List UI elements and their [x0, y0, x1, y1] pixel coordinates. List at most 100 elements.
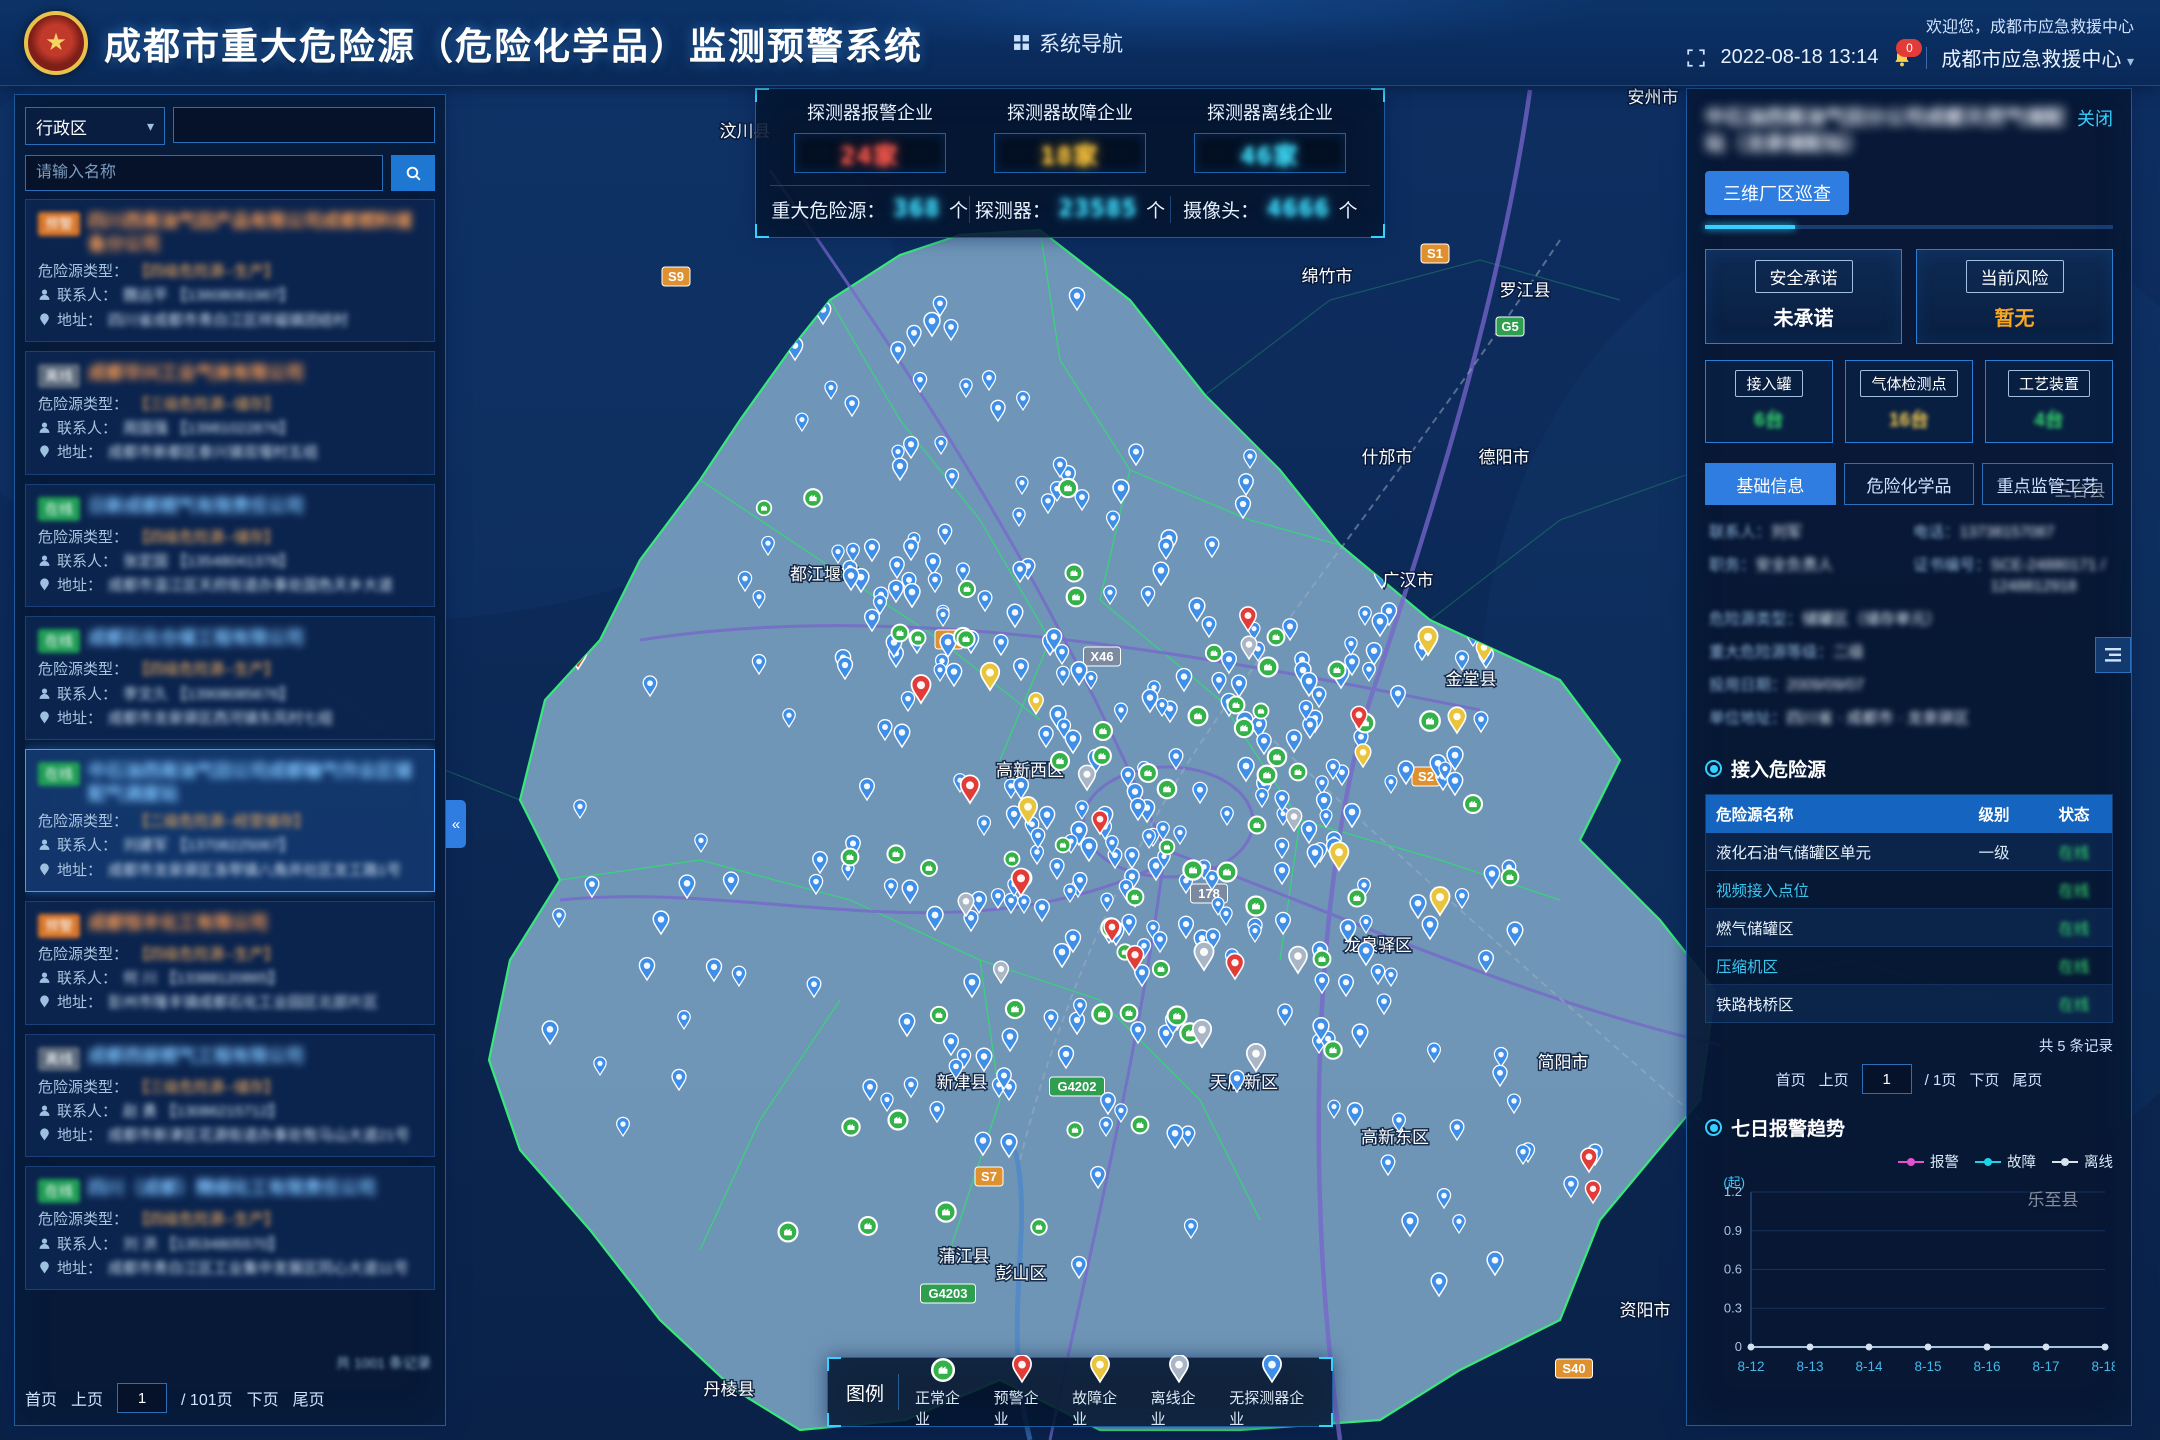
map-marker-green[interactable]: [1314, 951, 1331, 968]
map-marker-green[interactable]: [1464, 795, 1482, 813]
map-marker-green[interactable]: [1067, 1122, 1082, 1137]
map-marker-green[interactable]: [1206, 645, 1222, 661]
trend-legend-item-故障[interactable]: 故障: [1975, 1151, 2036, 1172]
map-marker-green[interactable]: [1051, 752, 1069, 770]
hazard-name: 燃气储罐区: [1706, 917, 1952, 939]
company-list-item[interactable]: 在线 日新成都燃气有限责任公司 危险源类型： 【四级危险源--储存】 联系人： …: [25, 484, 435, 608]
info-field: 联系人： 刘军: [1705, 517, 1909, 550]
tab-重点监管工艺[interactable]: 重点监管工艺: [1982, 463, 2113, 505]
org-name: 成都市应急救援中心: [1941, 49, 2121, 71]
map-marker-green[interactable]: [1348, 889, 1365, 906]
map-marker-green[interactable]: [1031, 1219, 1047, 1235]
map-marker-green[interactable]: [1420, 711, 1440, 731]
map-marker-green[interactable]: [936, 1202, 955, 1221]
notification-bell-button[interactable]: 0: [1892, 48, 1912, 68]
hazard-table-row[interactable]: 液化石油气储罐区单元 一级 在线: [1706, 833, 2112, 871]
map-marker-green[interactable]: [1259, 658, 1278, 677]
map-marker-green[interactable]: [779, 1223, 798, 1242]
search-button[interactable]: [391, 155, 435, 191]
map-marker-green[interactable]: [959, 581, 975, 597]
hazard-table-row[interactable]: 视频接入点位 在线: [1706, 871, 2112, 909]
district-select[interactable]: 行政区 ▾: [25, 107, 165, 145]
map-marker-green[interactable]: [957, 630, 974, 647]
map-marker-green[interactable]: [931, 1007, 947, 1023]
hazard-table-row[interactable]: 燃气储罐区 在线: [1706, 909, 2112, 947]
sidebar-collapse-button[interactable]: «: [446, 800, 466, 848]
map-marker-green[interactable]: [1235, 719, 1253, 737]
map-marker-green[interactable]: [1189, 707, 1208, 726]
company-list-item[interactable]: 离线 成都华兴工业气体有限公司 危险源类型： 【三级危险源--储存】 联系人： …: [25, 351, 435, 475]
map-marker-green[interactable]: [1268, 629, 1285, 646]
map-marker-green[interactable]: [1502, 869, 1519, 886]
map-marker-green[interactable]: [1067, 588, 1086, 607]
map-marker-green[interactable]: [1290, 764, 1307, 781]
expand-info-button[interactable]: [2095, 637, 2131, 673]
tab-基础信息[interactable]: 基础信息: [1705, 463, 1836, 505]
map-marker-green[interactable]: [1153, 961, 1169, 977]
pagination-prev[interactable]: 上页: [71, 1386, 103, 1410]
company-list-item[interactable]: 离线 成都西部燃气工程有限公司 危险源类型： 【三级危险源--储存】 联系人： …: [25, 1034, 435, 1158]
close-panel-button[interactable]: 关闭: [2077, 105, 2113, 131]
map-marker-green[interactable]: [1139, 764, 1157, 782]
map-marker-green[interactable]: [1092, 1004, 1111, 1023]
tab-危险化学品[interactable]: 危险化学品: [1844, 463, 1975, 505]
map-marker-green[interactable]: [757, 501, 772, 516]
map-marker-green[interactable]: [842, 849, 859, 866]
org-dropdown[interactable]: 成都市应急救援中心 ▾: [1941, 43, 2134, 72]
plant-3d-tour-button[interactable]: 三维厂区巡查: [1705, 171, 1849, 215]
map-marker-green[interactable]: [1268, 748, 1286, 766]
map-marker-green[interactable]: [1253, 703, 1268, 718]
map-marker-green[interactable]: [889, 1111, 908, 1130]
trend-legend-item-离线[interactable]: 离线: [2052, 1151, 2113, 1172]
map-marker-green[interactable]: [887, 845, 904, 862]
map-marker-green[interactable]: [1158, 780, 1176, 798]
map-marker-green[interactable]: [1249, 817, 1266, 834]
map-marker-green[interactable]: [921, 860, 937, 876]
map-marker-green[interactable]: [842, 1118, 859, 1135]
fullscreen-icon[interactable]: [1686, 48, 1706, 68]
map-marker-green[interactable]: [1094, 722, 1112, 740]
map-marker-green[interactable]: [1065, 564, 1082, 581]
company-list-item[interactable]: 在线 成都石化仓储工程有限公司 危险源类型： 【四级危险源--生产】 联系人： …: [25, 616, 435, 740]
map-marker-green[interactable]: [1127, 889, 1144, 906]
pagination-next[interactable]: 下页: [247, 1386, 279, 1410]
pagination-page-input[interactable]: [1862, 1064, 1912, 1094]
hazard-table-row[interactable]: 铁路栈桥区 在线: [1706, 985, 2112, 1022]
map-marker-green[interactable]: [1132, 1117, 1149, 1134]
map-marker-green[interactable]: [1183, 860, 1202, 879]
map-marker-green[interactable]: [1006, 1000, 1024, 1018]
map-marker-green[interactable]: [1160, 840, 1175, 855]
company-list-item[interactable]: 在线 中石油西南油气田公司成都输气作业区储配气调度站 危险源类型： 【二级危险源…: [25, 749, 435, 892]
pagination-first[interactable]: 首页: [25, 1386, 57, 1410]
map-marker-green[interactable]: [1168, 1007, 1187, 1026]
map-marker-green[interactable]: [1246, 896, 1265, 915]
pagination-last[interactable]: 尾页: [293, 1386, 325, 1410]
map-marker-green[interactable]: [892, 625, 909, 642]
trend-legend-item-报警[interactable]: 报警: [1898, 1151, 1959, 1172]
company-list-item[interactable]: 在线 四川（成都）精细化工有限责任公司 危险源类型： 【四级危险源--生产】 联…: [25, 1166, 435, 1290]
pagination-next[interactable]: 下页: [1969, 1069, 1999, 1090]
map-marker-green[interactable]: [1228, 697, 1245, 714]
map-marker-green[interactable]: [1093, 747, 1111, 765]
pagination-last[interactable]: 尾页: [2012, 1069, 2042, 1090]
map-marker-green[interactable]: [1005, 852, 1020, 867]
map-marker-green[interactable]: [1121, 1005, 1138, 1022]
map-marker-green[interactable]: [1218, 863, 1237, 882]
pagination-first[interactable]: 首页: [1776, 1069, 1806, 1090]
pagination-prev[interactable]: 上页: [1819, 1069, 1849, 1090]
hazard-table-row[interactable]: 压缩机区 在线: [1706, 947, 2112, 985]
map-marker-green[interactable]: [1059, 479, 1077, 497]
map-marker-green[interactable]: [804, 489, 822, 507]
map-marker-green[interactable]: [1258, 766, 1277, 785]
pagination-page-input[interactable]: [117, 1383, 167, 1413]
map-marker-green[interactable]: [859, 1217, 877, 1235]
map-marker-green[interactable]: [1328, 661, 1345, 678]
search-input[interactable]: [25, 155, 383, 191]
company-list-item[interactable]: 预警 四川西南油气田产品有限公司成都燃料储备分公司 危险源类型： 【四级危险源-…: [25, 199, 435, 342]
system-nav-button[interactable]: 系统导航: [1013, 28, 1123, 58]
map-marker-green[interactable]: [1056, 838, 1071, 853]
map-marker-green[interactable]: [910, 630, 925, 645]
company-list-item[interactable]: 预警 成都恒丰化工有限公司 危险源类型： 【四级危险源--生产】 联系人： 何 …: [25, 901, 435, 1025]
district-filter-input[interactable]: [173, 107, 435, 143]
map-marker-green[interactable]: [1324, 1041, 1342, 1059]
